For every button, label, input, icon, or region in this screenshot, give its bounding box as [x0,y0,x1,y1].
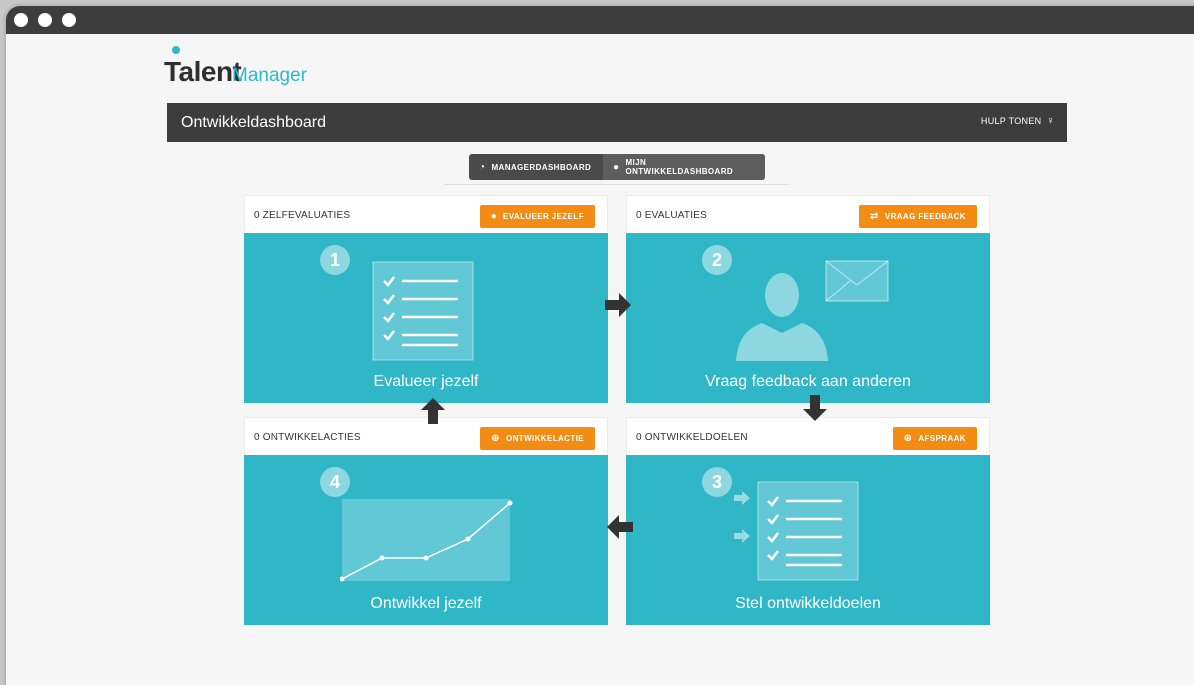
managerdashboard-tab[interactable]: ◔ MANAGERDASHBOARD [469,154,603,180]
managerdashboard-label: MANAGERDASHBOARD [491,162,592,172]
page-header-bar: Ontwikkeldashboard HULP TONEN ♀ [167,103,1067,142]
browser-window: Talent Manager Ontwikkeldashboard HULP T… [6,6,1194,685]
card-label: Ontwikkel jezelf [370,595,482,612]
lightbulb-icon: ♀ [1046,115,1055,127]
vraag-feedback-label: VRAAG FEEDBACK [884,212,966,221]
person-mail-icon [736,260,889,361]
plus-circle-icon: ⊕ [903,433,913,444]
arrow-up-icon [421,398,445,424]
step-number: 1 [320,245,350,275]
goals-checklist-icon [734,481,859,581]
step-number: 4 [320,467,350,497]
ontwikkelactie-label: ONTWIKKELACTIE [505,434,584,443]
card-ontwikkelacties: 0 ONTWIKKELACTIES ⊕ ONTWIKKELACTIE 4 Ont… [244,417,608,625]
logo-sub-text: Manager [232,65,307,86]
window-minimize-dot[interactable] [38,13,52,27]
card-evaluaties: 0 EVALUATIES ⇄ VRAAG FEEDBACK 2 Vraag fe… [626,195,990,403]
arrow-down-icon [803,395,827,421]
evaluaties-count: 0 EVALUATIES [636,210,707,221]
card-header: 0 ZELFEVALUATIES ● EVALUEER JEZELF [244,195,608,233]
mijn-ontwikkeldashboard-label: MIJN ONTWIKKELDASHBOARD [625,158,734,176]
card-zelfevaluaties: 0 ZELFEVALUATIES ● EVALUEER JEZELF 1 Eva… [244,195,608,403]
step-number: 2 [702,245,732,275]
card-body-ontwikkel[interactable]: 4 Ontwikkel jezelf [244,455,608,625]
evalueer-jezelf-label: EVALUEER JEZELF [503,212,584,221]
card-ontwikkeldoelen: 0 ONTWIKKELDOELEN ⊕ AFSPRAAK 3 Stel ontw… [626,417,990,625]
afspraak-button[interactable]: ⊕ AFSPRAAK [892,427,977,450]
dashboard-icon: ◔ [479,161,486,173]
switch-divider [444,184,789,185]
plus-circle-icon: ⊕ [491,433,500,444]
card-body-feedback[interactable]: 2 Vraag feedback aan anderen [626,233,990,403]
checklist-icon [372,261,474,361]
logo-mark-icon [172,46,180,54]
card-label: Vraag feedback aan anderen [705,373,911,390]
help-label: HULP TONEN [980,116,1042,126]
card-body-doelen[interactable]: 3 Stel ontwikkeldoelen [626,455,990,625]
window-close-dot[interactable] [14,13,28,27]
card-header: 0 EVALUATIES ⇄ VRAAG FEEDBACK [626,195,990,233]
logo-main-text: Talent [164,56,242,87]
page-title: Ontwikkeldashboard [181,114,326,131]
card-label: Stel ontwikkeldoelen [735,595,881,612]
arrow-left-icon [607,515,633,539]
zelfevaluaties-count: 0 ZELFEVALUATIES [254,210,351,221]
evalueer-jezelf-button[interactable]: ● EVALUEER JEZELF [479,205,595,228]
afspraak-label: AFSPRAAK [918,434,966,443]
help-toggle[interactable]: HULP TONEN ♀ [980,115,1055,127]
growth-chart-icon [340,499,513,582]
app-logo[interactable]: Talent Manager [164,42,344,92]
vraag-feedback-button[interactable]: ⇄ VRAAG FEEDBACK [859,205,977,228]
user-icon: ● [613,161,620,173]
mijn-ontwikkeldashboard-tab[interactable]: ● MIJN ONTWIKKELDASHBOARD [603,154,765,180]
ontwikkelacties-count: 0 ONTWIKKELACTIES [254,432,361,443]
card-label: Evalueer jezelf [373,373,479,390]
exchange-icon: ⇄ [870,211,879,222]
step-number: 3 [702,467,732,497]
arrow-right-icon [605,293,631,317]
dashboard-switch: ◔ MANAGERDASHBOARD ● MIJN ONTWIKKELDASHB… [469,154,765,180]
ontwikkelactie-button[interactable]: ⊕ ONTWIKKELACTIE [480,427,595,450]
ontwikkeldoelen-count: 0 ONTWIKKELDOELEN [636,432,748,443]
user-icon: ● [490,211,498,222]
card-body-evalueer[interactable]: 1 Evalueer jezelf [244,233,608,403]
window-maximize-dot[interactable] [62,13,76,27]
window-titlebar [6,6,1194,34]
